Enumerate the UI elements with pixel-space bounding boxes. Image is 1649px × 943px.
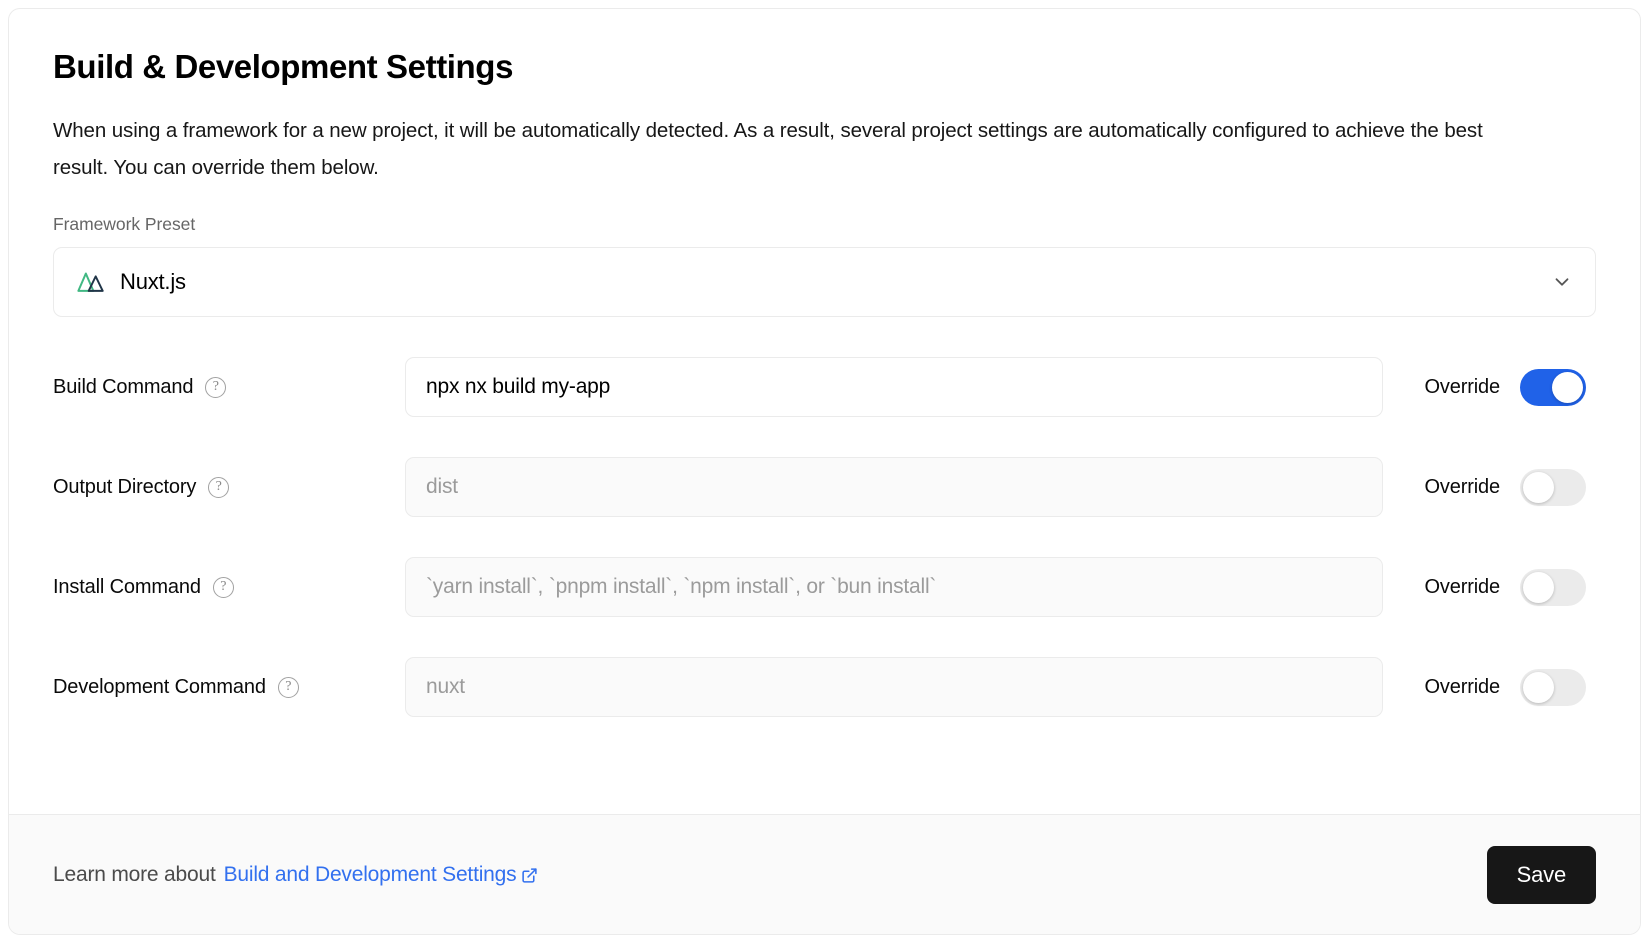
row-label-wrapper: Development Command ? <box>53 676 405 699</box>
override-group-build-command: Override <box>1383 369 1596 406</box>
framework-preset-label: Framework Preset <box>53 214 1596 235</box>
override-label: Override <box>1425 476 1501 499</box>
help-circle-icon[interactable]: ? <box>208 477 229 498</box>
help-circle-icon[interactable]: ? <box>205 377 226 398</box>
build-command-input[interactable] <box>405 357 1383 417</box>
row-label-text: Output Directory <box>53 476 196 499</box>
toggle-knob <box>1523 572 1554 603</box>
footer-learn-more-text: Learn more about <box>53 863 216 887</box>
chevron-down-icon[interactable] <box>1551 271 1573 293</box>
toggle-knob <box>1552 372 1583 403</box>
output-directory-input[interactable] <box>405 457 1383 517</box>
row-label-wrapper: Install Command ? <box>53 576 405 599</box>
setting-row-output-directory: Output Directory ? Override <box>53 437 1596 537</box>
external-link-icon <box>521 866 538 883</box>
row-label-wrapper: Build Command ? <box>53 376 405 399</box>
card-body: Build & Development Settings When using … <box>9 9 1640 814</box>
framework-preset-select[interactable]: Nuxt.js <box>53 247 1596 317</box>
page-title: Build & Development Settings <box>53 47 1596 87</box>
override-group-output-directory: Override <box>1383 469 1596 506</box>
toggle-knob <box>1523 472 1554 503</box>
toggle-knob <box>1523 672 1554 703</box>
override-toggle-output-directory[interactable] <box>1520 469 1586 506</box>
setting-row-development-command: Development Command ? Override <box>53 637 1596 737</box>
footer-learn-more: Learn more about Build and Development S… <box>53 863 538 887</box>
help-circle-icon[interactable]: ? <box>213 577 234 598</box>
setting-row-install-command: Install Command ? Override <box>53 537 1596 637</box>
card-footer: Learn more about Build and Development S… <box>9 814 1640 934</box>
override-group-install-command: Override <box>1383 569 1596 606</box>
settings-rows: Build Command ? Override Output Director… <box>53 337 1596 737</box>
page-description: When using a framework for a new project… <box>53 112 1533 187</box>
override-toggle-install-command[interactable] <box>1520 569 1586 606</box>
footer-link-text: Build and Development Settings <box>224 863 517 887</box>
override-toggle-build-command[interactable] <box>1520 369 1586 406</box>
build-and-development-settings-link[interactable]: Build and Development Settings <box>224 863 539 887</box>
framework-preset-value: Nuxt.js <box>120 269 186 295</box>
override-label: Override <box>1425 676 1501 699</box>
override-label: Override <box>1425 376 1501 399</box>
override-label: Override <box>1425 576 1501 599</box>
nuxt-logo-icon <box>76 267 106 297</box>
row-label-text: Build Command <box>53 376 193 399</box>
build-settings-card: Build & Development Settings When using … <box>8 8 1641 935</box>
install-command-input[interactable] <box>405 557 1383 617</box>
setting-row-build-command: Build Command ? Override <box>53 337 1596 437</box>
help-circle-icon[interactable]: ? <box>278 677 299 698</box>
row-label-text: Development Command <box>53 676 266 699</box>
override-group-development-command: Override <box>1383 669 1596 706</box>
save-button[interactable]: Save <box>1487 846 1596 904</box>
row-label-text: Install Command <box>53 576 201 599</box>
override-toggle-development-command[interactable] <box>1520 669 1586 706</box>
row-label-wrapper: Output Directory ? <box>53 476 405 499</box>
development-command-input[interactable] <box>405 657 1383 717</box>
